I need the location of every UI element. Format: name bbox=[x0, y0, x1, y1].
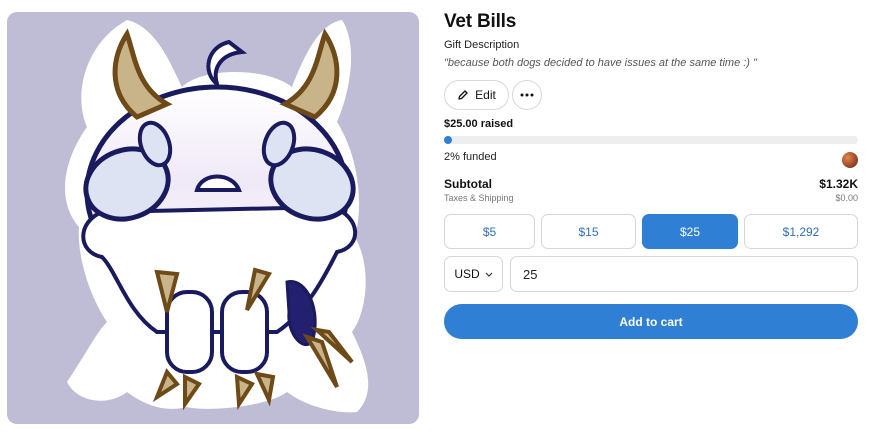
tax-shipping-label: Taxes & Shipping bbox=[444, 193, 514, 203]
description-text: "because both dogs decided to have issue… bbox=[444, 57, 757, 69]
tax-shipping-value: $0.00 bbox=[835, 193, 858, 203]
contributor-avatar bbox=[842, 152, 858, 168]
product-image bbox=[7, 12, 419, 424]
amount-option-15[interactable]: $15 bbox=[541, 214, 636, 249]
funding-progress-fill bbox=[444, 136, 453, 144]
currency-value: USD bbox=[454, 267, 480, 281]
add-to-cart-button[interactable]: Add to cart bbox=[444, 304, 858, 339]
chevron-down-icon bbox=[485, 272, 493, 277]
product-title: Vet Bills bbox=[444, 11, 517, 32]
pencil-icon bbox=[458, 90, 468, 100]
subtotal-label: Subtotal bbox=[444, 177, 492, 191]
currency-select[interactable]: USD bbox=[444, 256, 503, 292]
subtotal-value: $1.32K bbox=[819, 177, 858, 191]
edit-button[interactable]: Edit bbox=[444, 80, 509, 110]
amount-option-5[interactable]: $5 bbox=[444, 214, 535, 249]
ellipsis-icon bbox=[520, 93, 534, 97]
raised-amount: $25.00 raised bbox=[444, 118, 514, 130]
amount-option-25[interactable]: $25 bbox=[642, 214, 738, 249]
more-options-button[interactable] bbox=[512, 80, 542, 110]
edit-button-label: Edit bbox=[475, 88, 496, 102]
funding-progress-bar bbox=[444, 136, 858, 144]
creature-illustration bbox=[65, 20, 369, 413]
amount-option-1292[interactable]: $1,292 bbox=[744, 214, 858, 249]
amount-input[interactable] bbox=[510, 256, 858, 292]
description-label: Gift Description bbox=[444, 39, 520, 51]
funded-percent: 2% funded bbox=[444, 151, 497, 163]
